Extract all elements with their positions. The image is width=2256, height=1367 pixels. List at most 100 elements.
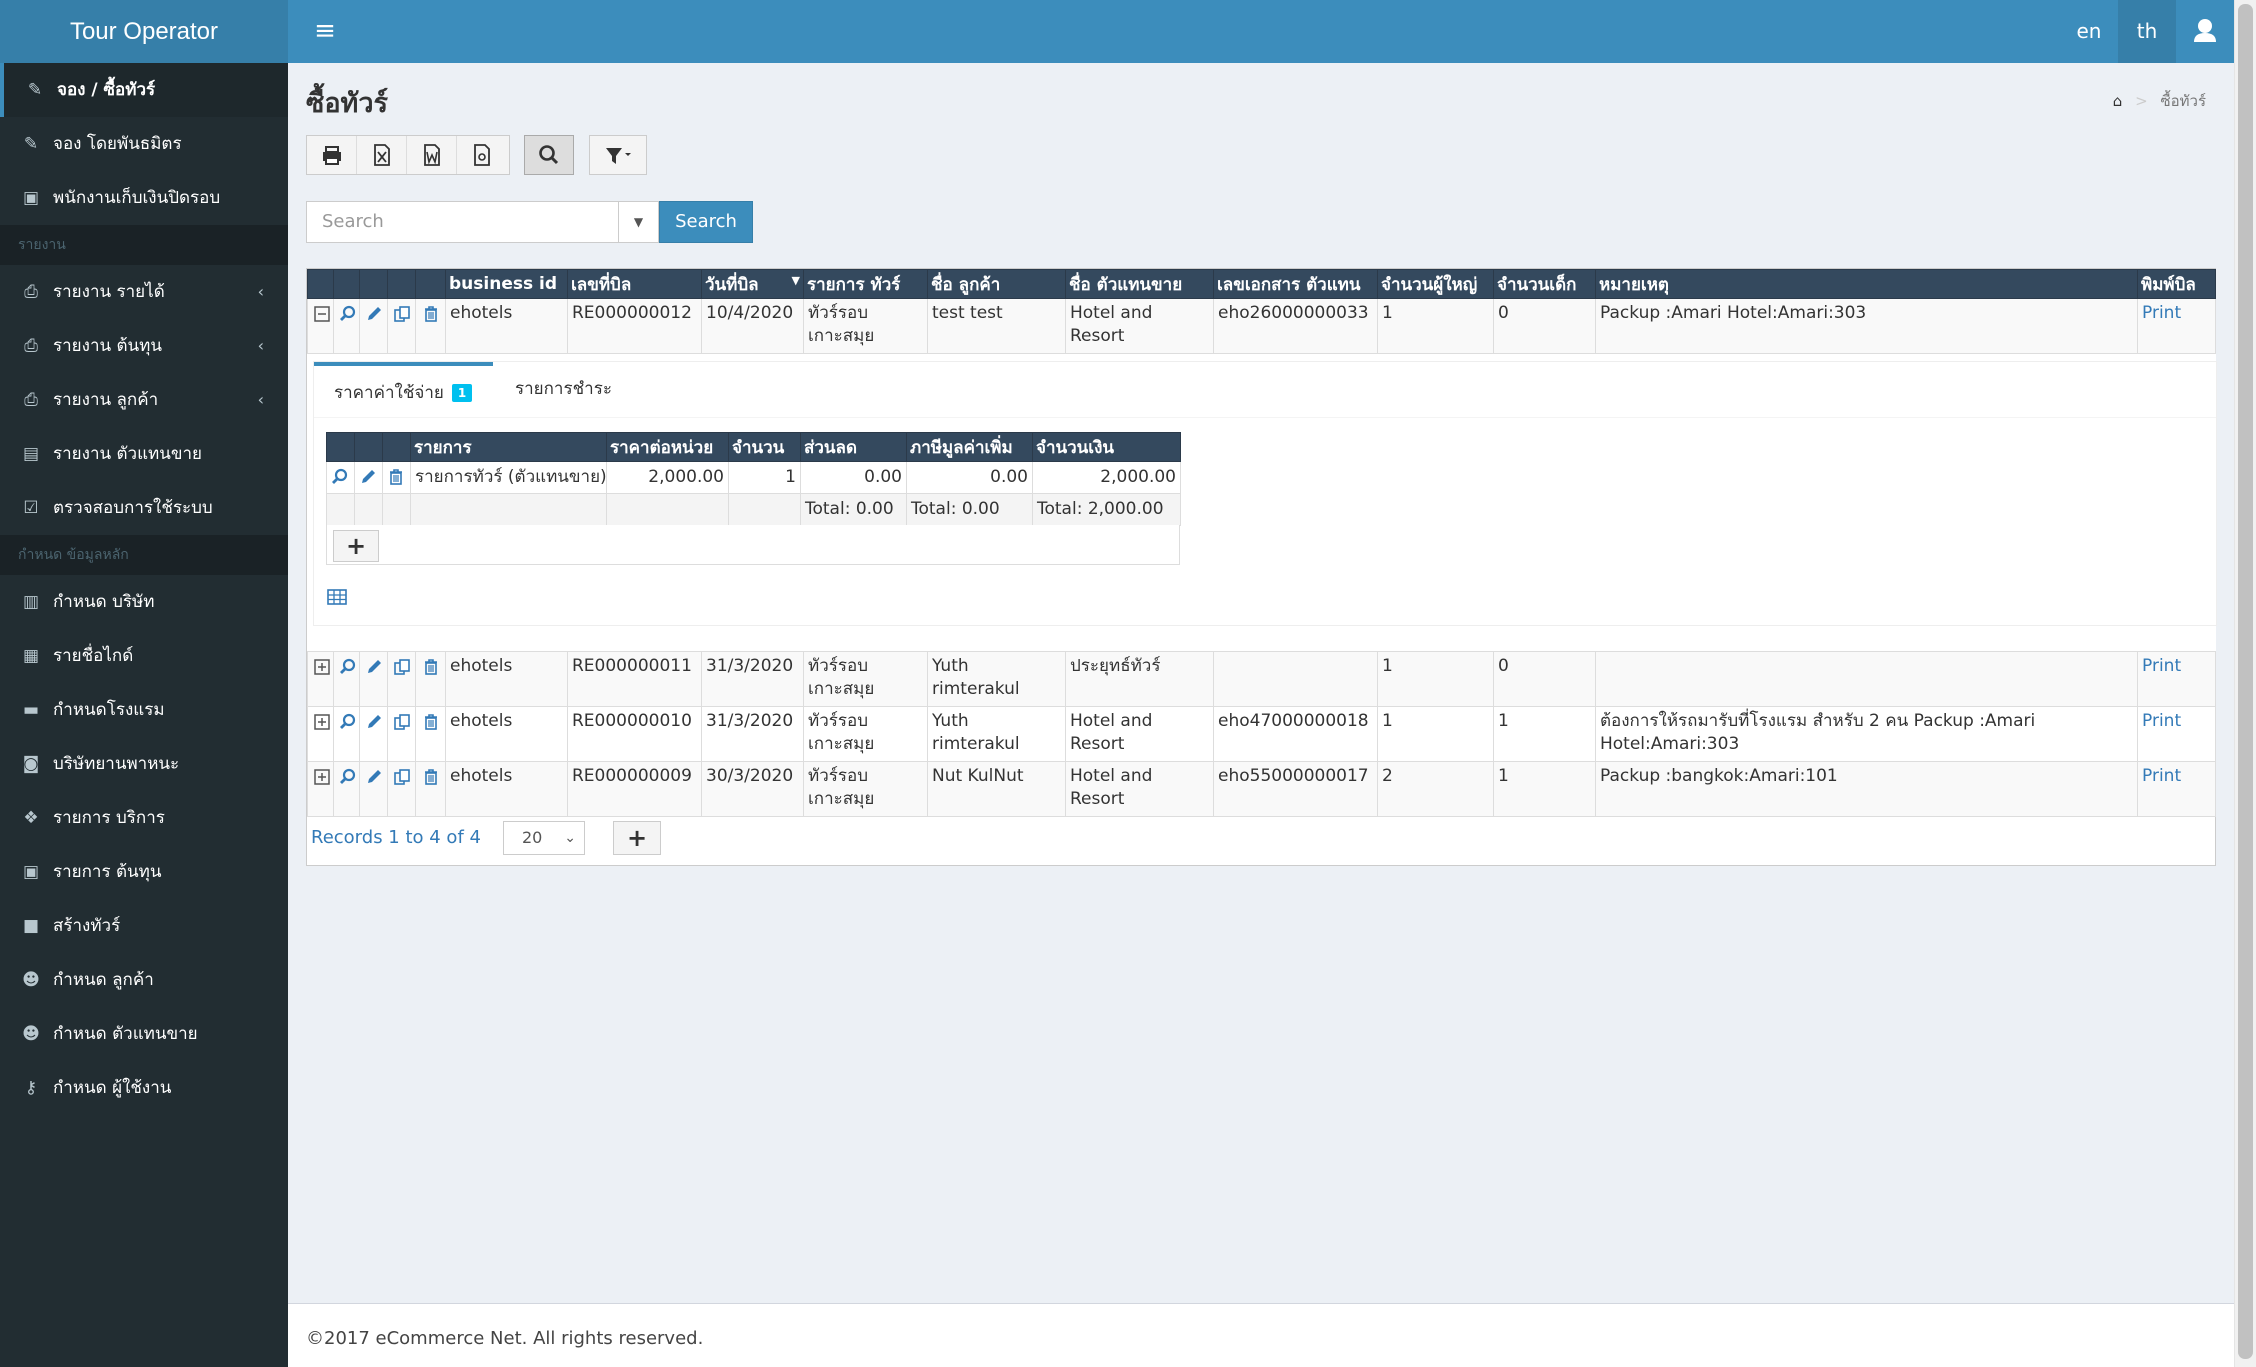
delete-row-button[interactable] (415, 298, 446, 354)
filter-button[interactable] (589, 135, 647, 175)
tab-expenses[interactable]: ราคาค่าใช้จ่าย 1 (314, 362, 493, 417)
sidebar-item-users[interactable]: ⚷ กำหนด ผู้ใช้งาน (0, 1061, 288, 1115)
cell-tour: ทัวร์รอบเกาะสมุย (803, 651, 928, 707)
page-scrollbar[interactable] (2234, 0, 2256, 1367)
view-row-button[interactable] (333, 298, 360, 354)
copy-row-button[interactable] (387, 706, 416, 762)
col-header-vat[interactable]: ภาษีมูลค่าเพิ่ม (906, 432, 1033, 462)
delete-row-button[interactable] (415, 706, 446, 762)
cell-discount: 0.00 (800, 461, 907, 494)
print-link-text[interactable]: Print (2142, 303, 2181, 323)
col-header-remark[interactable]: หมายเหตุ (1595, 269, 2138, 299)
edit-row-button[interactable] (359, 761, 388, 817)
sidebar-item-partner-booking[interactable]: ✎ จอง โดยพันธมิตร (0, 117, 288, 171)
key-icon: ⚷ (24, 1078, 38, 1098)
export-excel-button[interactable] (357, 136, 407, 174)
sidebar-item-vehicles[interactable]: ◙ บริษัทยานพาหนะ (0, 737, 288, 791)
search-icon (539, 145, 559, 165)
col-header-discount[interactable]: ส่วนลด (800, 432, 907, 462)
col-header-business-id[interactable]: business id (445, 269, 568, 299)
view-row-button[interactable] (333, 651, 360, 707)
print-link[interactable]: Print (2137, 298, 2216, 354)
sidebar-item-customer-report[interactable]: ⎙ รายงาน ลูกค้า ‹ (0, 373, 288, 427)
edit-expense-button[interactable] (354, 461, 383, 494)
sidebar-item-company[interactable]: ▥ กำหนด บริษัท (0, 575, 288, 629)
search-toggle-button[interactable] (524, 135, 574, 175)
sidebar-item-services[interactable]: ❖ รายการ บริการ (0, 791, 288, 845)
edit-row-button[interactable] (359, 651, 388, 707)
cell-customer: Yuth rimterakul (927, 706, 1066, 762)
col-header-print[interactable]: พิมพ์บิล (2137, 269, 2216, 299)
page-size-select[interactable]: 20 ⌄ (503, 821, 585, 855)
cell-adults: 1 (1377, 651, 1494, 707)
search-button[interactable]: Search (659, 201, 753, 243)
col-header-customer[interactable]: ชื่อ ลูกค้า (927, 269, 1066, 299)
expand-row-button[interactable] (307, 761, 334, 817)
scrollbar-thumb[interactable] (2238, 4, 2253, 1359)
print-link[interactable]: Print (2137, 706, 2216, 762)
col-header-agent[interactable]: ชื่อ ตัวแทนขาย (1065, 269, 1214, 299)
car-icon: ◙ (22, 754, 40, 774)
search-input[interactable]: Search (306, 201, 619, 243)
view-expense-button[interactable] (326, 461, 355, 494)
col-header-unit-price[interactable]: ราคาต่อหน่วย (606, 432, 729, 462)
col-header-bill-date[interactable]: วันที่บิล ▼ (701, 269, 804, 299)
col-header-bill-no[interactable]: เลขที่บิล (567, 269, 702, 299)
add-booking-button[interactable]: + (613, 821, 661, 855)
table-icon[interactable] (326, 587, 348, 607)
home-icon[interactable]: ⌂ (2113, 92, 2123, 110)
search-options-dropdown[interactable]: ▼ (619, 201, 659, 243)
print-link-text[interactable]: Print (2142, 766, 2181, 786)
print-link[interactable]: Print (2137, 651, 2216, 707)
sidebar-item-guides[interactable]: ▦ รายชื่อไกด์ (0, 629, 288, 683)
lang-th-button[interactable]: th (2118, 0, 2176, 63)
col-header-qty[interactable]: จำนวน (728, 432, 801, 462)
print-link-text[interactable]: Print (2142, 656, 2181, 676)
edit-row-button[interactable] (359, 706, 388, 762)
print-button[interactable] (307, 136, 357, 174)
lang-en-button[interactable]: en (2060, 0, 2118, 63)
cell-customer: Yuth rimterakul (927, 651, 1066, 707)
app-logo[interactable]: Tour Operator (0, 0, 288, 63)
view-row-button[interactable] (333, 706, 360, 762)
col-header-item[interactable]: รายการ (410, 432, 607, 462)
edit-row-button[interactable] (359, 298, 388, 354)
top-navbar: Tour Operator ≡ en th (0, 0, 2234, 63)
copy-row-button[interactable] (387, 298, 416, 354)
export-pdf-button[interactable] (457, 136, 507, 174)
col-header-tour[interactable]: รายการ ทัวร์ (803, 269, 928, 299)
print-link-text[interactable]: Print (2142, 711, 2181, 731)
copy-row-button[interactable] (387, 761, 416, 817)
add-expense-button[interactable]: + (333, 530, 379, 562)
sidebar-item-cashier-close[interactable]: ▣ พนักงานเก็บเงินปิดรอบ (0, 171, 288, 225)
col-header-children[interactable]: จำนวนเด็ก (1493, 269, 1596, 299)
delete-row-button[interactable] (415, 651, 446, 707)
sidebar-item-audit[interactable]: ☑ ตรวจสอบการใช้ระบบ (0, 481, 288, 535)
sidebar-item-agents[interactable]: ☻ กำหนด ตัวแทนขาย (0, 1007, 288, 1061)
expand-row-button[interactable] (307, 651, 334, 707)
cell-amount: 2,000.00 (1032, 461, 1181, 494)
export-word-button[interactable] (407, 136, 457, 174)
sidebar-item-agent-report[interactable]: ▤ รายงาน ตัวแทนขาย (0, 427, 288, 481)
expand-row-button[interactable] (307, 706, 334, 762)
sidebar-item-customers[interactable]: ☻ กำหนด ลูกค้า (0, 953, 288, 1007)
tab-payments[interactable]: รายการชำระ1 (495, 362, 655, 453)
sidebar-item-hotels[interactable]: ▬ กำหนดโรงแรม (0, 683, 288, 737)
sidebar-item-cost-report[interactable]: ⎙ รายงาน ต้นทุน ‹ (0, 319, 288, 373)
delete-row-button[interactable] (415, 761, 446, 817)
pencil-icon (368, 660, 381, 673)
col-header-adults[interactable]: จำนวนผู้ใหญ่ (1377, 269, 1494, 299)
collapse-row-button[interactable] (307, 298, 334, 354)
user-icon[interactable] (2176, 0, 2234, 63)
hamburger-icon[interactable]: ≡ (300, 0, 350, 63)
col-header-agent-doc[interactable]: เลขเอกสาร ตัวแทน (1213, 269, 1378, 299)
sidebar-item-income-report[interactable]: ⎙ รายงาน รายได้ ‹ (0, 265, 288, 319)
delete-expense-button[interactable] (382, 461, 411, 494)
sidebar-item-create-tour[interactable]: ■ สร้างทัวร์ (0, 899, 288, 953)
view-row-button[interactable] (333, 761, 360, 817)
col-header-amount[interactable]: จำนวนเงิน (1032, 432, 1181, 462)
sidebar-item-buy-tour[interactable]: ✎ จอง / ซื้อทัวร์ (0, 63, 288, 117)
copy-row-button[interactable] (387, 651, 416, 707)
print-link[interactable]: Print (2137, 761, 2216, 817)
sidebar-item-costs[interactable]: ▣ รายการ ต้นทุน (0, 845, 288, 899)
